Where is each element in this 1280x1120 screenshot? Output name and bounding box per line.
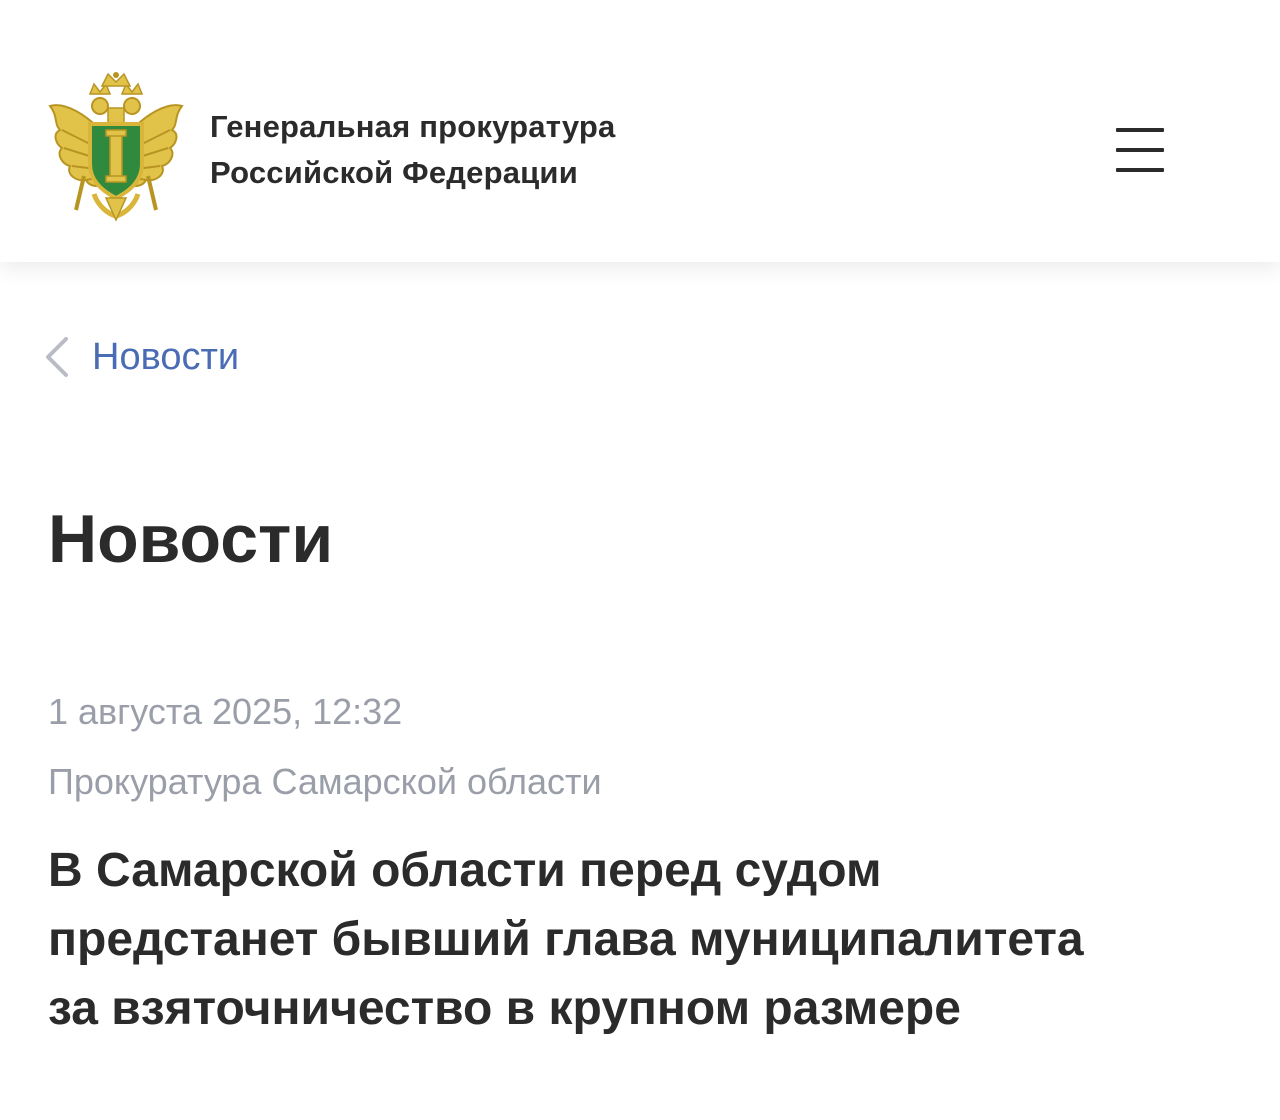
breadcrumb-label: Новости xyxy=(92,335,240,378)
org-name-line-1: Генеральная прокуратура xyxy=(210,109,616,144)
article-title-line-2: предстанет бывший глава муниципалитета xyxy=(48,913,1084,966)
article-date: 1 августа 2025, 12:32 xyxy=(48,691,403,732)
menu-bar-top xyxy=(1116,128,1164,132)
org-name[interactable]: Генеральная прокуратура Российской Федер… xyxy=(210,104,615,196)
page-title: Новости xyxy=(48,501,334,577)
chevron-left-icon xyxy=(46,337,68,377)
site-header: Генеральная прокуратура Российской Федер… xyxy=(0,0,1280,262)
article-title[interactable]: В Самарской области перед судом предстан… xyxy=(48,836,1228,1043)
article-title-line-1: В Самарской области перед судом xyxy=(48,844,882,897)
breadcrumb-back-link[interactable]: Новости xyxy=(42,322,239,392)
article-title-line-3: за взяточничество в крупном размере xyxy=(48,982,961,1035)
org-name-line-2: Российской Федерации xyxy=(210,155,578,190)
hamburger-menu-icon[interactable] xyxy=(1108,120,1172,180)
menu-bar-middle xyxy=(1116,148,1164,152)
article-source[interactable]: Прокуратура Самарской области xyxy=(48,758,602,806)
menu-bar-bottom xyxy=(1116,168,1164,172)
prosecutor-emblem-icon[interactable] xyxy=(46,72,186,222)
